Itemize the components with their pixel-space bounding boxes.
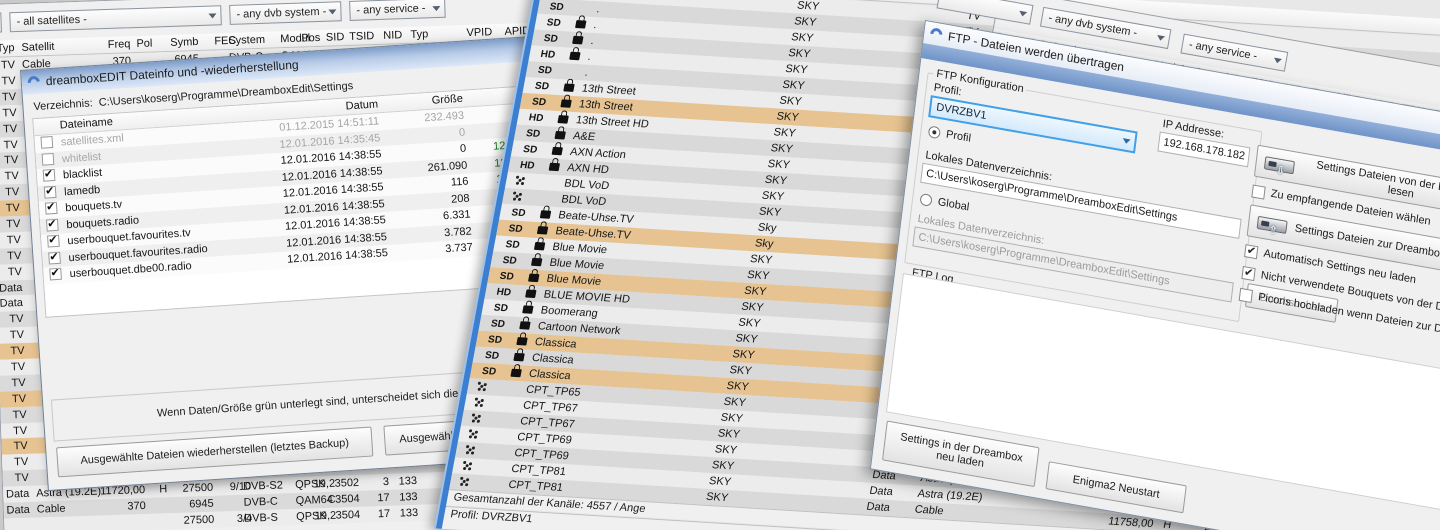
lock-icon [537, 226, 548, 235]
sd-hd-badge: SD [482, 334, 508, 346]
file-checkbox[interactable] [42, 152, 55, 165]
radio-icon [919, 193, 932, 207]
lock-icon [510, 369, 521, 378]
dreamboxedit-logo-icon [928, 26, 945, 43]
sd-hd-badge: SD [497, 255, 523, 267]
sd-hd-badge: SD [520, 128, 546, 140]
data-service-icon [467, 428, 480, 440]
sd-hd-badge: SD [485, 318, 511, 330]
sd-hd-badge: HD [491, 286, 517, 298]
sd-hd-badge: SD [476, 366, 502, 378]
data-service-icon [511, 190, 524, 202]
lock-icon [525, 289, 536, 298]
chevron-down-icon [1273, 58, 1282, 68]
data-service-icon [472, 396, 485, 408]
lock-icon [557, 115, 568, 124]
dreambox-upload-icon: ⇧ [1257, 215, 1288, 233]
chevron-down-icon [432, 6, 440, 15]
satellite-filter-combo[interactable]: - all satellites - [9, 5, 222, 32]
lock-icon [519, 321, 530, 330]
data-service-icon [464, 444, 477, 456]
data-service-icon [475, 381, 488, 393]
file-checkbox[interactable] [44, 185, 57, 198]
checkbox-icon [1244, 244, 1258, 259]
dreamboxedit-logo-icon [25, 74, 42, 91]
file-checkbox[interactable] [49, 268, 62, 281]
file-checkbox[interactable] [43, 169, 56, 182]
lock-icon [560, 99, 571, 108]
dvb-system-filter-combo[interactable]: - any dvb system - [229, 1, 342, 25]
sd-hd-badge: SD [529, 80, 555, 92]
service-filter-combo[interactable]: - any service - [349, 0, 446, 21]
sd-hd-badge: SD [517, 144, 543, 156]
checkbox-icon [1241, 266, 1255, 281]
lock-icon [534, 242, 545, 251]
file-checkbox[interactable] [46, 218, 59, 231]
lock-icon [552, 147, 563, 156]
sd-hd-badge: SD [532, 65, 558, 77]
file-checkbox[interactable] [40, 136, 53, 149]
lock-icon [554, 131, 565, 140]
chevron-down-icon [1122, 138, 1131, 148]
chevron-down-icon [1018, 11, 1027, 21]
sd-hd-badge: SD [505, 207, 531, 219]
lock-icon [528, 274, 539, 283]
lock-icon [549, 163, 560, 172]
lock-icon [540, 210, 551, 219]
chevron-down-icon [1156, 35, 1165, 45]
dreamboxedit-collage: - all satellites - - any dvb system - - … [0, 0, 1440, 530]
checkbox-icon [1239, 288, 1253, 303]
checkbox-icon [1251, 184, 1265, 199]
sd-hd-badge: SD [494, 271, 520, 283]
data-service-icon [469, 412, 482, 424]
radio-icon [928, 125, 941, 139]
sd-hd-badge: SD [541, 17, 567, 29]
lock-icon [569, 52, 580, 61]
file-checkbox[interactable] [48, 251, 61, 264]
sd-hd-badge: SD [538, 33, 564, 45]
lock-icon [531, 258, 542, 267]
dreambox-download-icon: ⇩ [1264, 156, 1295, 174]
ftp-transfer-dialog: FTP - Dateien werden übertragen FTP Konf… [870, 20, 1440, 530]
sd-hd-badge: SD [544, 1, 570, 13]
data-service-icon [461, 460, 474, 472]
lock-icon [513, 353, 524, 362]
data-service-icon [514, 175, 527, 187]
sd-hd-badge: SD [500, 239, 526, 251]
chevron-down-icon [328, 9, 336, 18]
lock-icon [575, 20, 586, 29]
lock-icon [522, 305, 533, 314]
file-checkbox[interactable] [45, 202, 58, 215]
sd-hd-badge: SD [503, 223, 529, 235]
filter-combo-stub[interactable] [0, 12, 2, 34]
lock-icon [572, 36, 583, 45]
sd-hd-badge: HD [535, 49, 561, 61]
sd-hd-badge: SD [526, 96, 552, 108]
sd-hd-badge: SD [479, 350, 505, 362]
lock-icon [516, 337, 527, 346]
sd-hd-badge: HD [523, 112, 549, 124]
lock-icon [563, 83, 574, 92]
file-checkbox[interactable] [47, 235, 60, 248]
chevron-down-icon [208, 13, 216, 22]
sd-hd-badge: SD [488, 302, 514, 314]
data-service-icon [458, 476, 471, 488]
sd-hd-badge: HD [514, 160, 540, 172]
